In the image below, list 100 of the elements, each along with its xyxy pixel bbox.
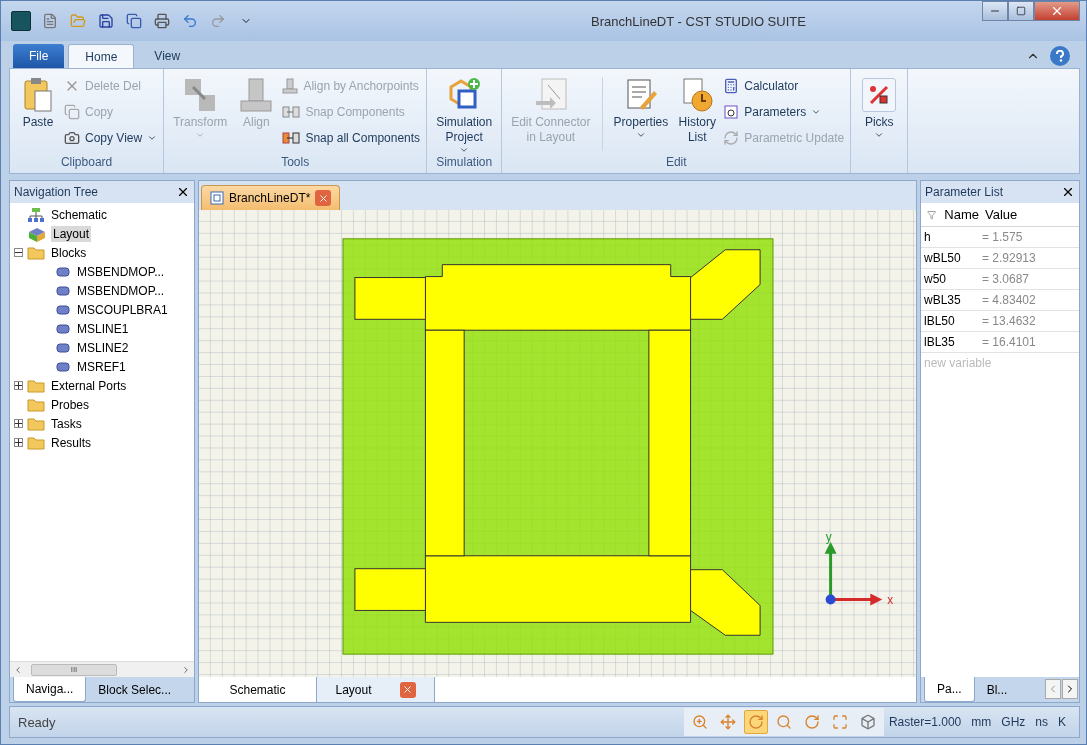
folder-icon (27, 435, 45, 450)
port-line (690, 249, 761, 320)
column-header: Value (984, 207, 1019, 222)
copy-icon[interactable] (125, 12, 143, 30)
tree-item[interactable]: Layout (51, 225, 92, 242)
status-text: Ready (18, 714, 57, 730)
tree-item[interactable]: Blocks (49, 244, 89, 261)
tree-item[interactable]: Probes (49, 396, 92, 413)
minimize-button[interactable] (982, 1, 1008, 21)
rotate-icon[interactable] (743, 710, 768, 734)
unit-label: K (1057, 715, 1067, 729)
block-icon (55, 341, 71, 354)
connector-icon (533, 77, 568, 113)
parameter-value: = 2.92913 (981, 251, 1037, 265)
tree-item[interactable]: Results (49, 434, 93, 451)
column-header: Name (921, 207, 979, 222)
tree-item[interactable]: MSLINE1 (75, 320, 131, 337)
minus-icon (15, 249, 22, 256)
folder-icon (27, 416, 45, 431)
expand-toggle[interactable] (14, 438, 23, 447)
copy-icon (64, 104, 80, 120)
unit-label: mm (970, 715, 993, 729)
scroll-right-button[interactable] (1062, 679, 1078, 699)
schematic-icon (27, 206, 45, 223)
folder-icon (27, 397, 45, 412)
maximize-button[interactable] (1008, 1, 1034, 21)
document-tab[interactable]: BranchLineDT* (201, 185, 341, 210)
tree-item[interactable]: MSBENDMOP... (75, 282, 167, 299)
printer-icon[interactable] (153, 12, 171, 30)
scroll-left-button[interactable] (1045, 679, 1061, 699)
ribbon-button[interactable]: Snap all Components (282, 127, 421, 149)
ribbon-button[interactable]: Picks (857, 71, 902, 140)
folder-icon (27, 378, 45, 393)
group-label: Clipboard (59, 155, 114, 171)
new-file-icon[interactable] (41, 12, 59, 30)
refresh-icon (723, 130, 740, 146)
help-icon[interactable] (1050, 46, 1070, 66)
layout-icon (27, 225, 47, 242)
tree-item[interactable]: Schematic (49, 206, 110, 223)
expand-toggle[interactable] (14, 419, 23, 428)
ribbon-button[interactable]: Paste (16, 71, 60, 130)
history-icon (680, 77, 715, 113)
close-icon[interactable] (1061, 185, 1075, 199)
parameter-name: wBL50 (923, 251, 962, 265)
collapse-toggle[interactable] (14, 248, 23, 257)
ribbon-button[interactable]: Parameters (723, 101, 845, 123)
axis-label: x (887, 593, 894, 608)
ribbon-tab[interactable]: File (13, 44, 65, 68)
tree-item[interactable]: MSCOUPLBRA1 (75, 301, 170, 318)
anchor-align-icon (282, 78, 299, 94)
align-icon (239, 77, 274, 113)
raster-setting: Raster=1.000 (887, 715, 963, 729)
block-icon (55, 322, 71, 335)
snap-icon (282, 105, 301, 119)
sheet-tab[interactable]: Layout (317, 677, 435, 702)
parameter-name: w50 (923, 272, 947, 286)
parameter-name: lBL35 (923, 335, 956, 349)
ribbon-button[interactable]: Properties (610, 71, 672, 140)
block-icon (55, 284, 71, 297)
transform-icon (183, 77, 218, 113)
maximize-icon (1016, 6, 1026, 16)
tree-item[interactable]: MSBENDMOP... (75, 263, 167, 280)
unit-label: ns (1034, 715, 1049, 729)
plus-icon (15, 382, 22, 389)
ribbon-tab[interactable]: Home (68, 44, 135, 68)
scrollbar-thumb[interactable]: III (31, 663, 117, 676)
port-line (690, 569, 761, 636)
tree-item[interactable]: External Ports (49, 377, 129, 394)
parameter-name: wBL35 (923, 293, 962, 307)
ribbon-button[interactable]: Copy View (64, 127, 158, 149)
scroll-right-icon[interactable] (181, 664, 191, 675)
parameter-value: = 4.83402 (981, 293, 1037, 307)
scroll-left-icon[interactable] (13, 664, 23, 675)
close-button[interactable] (1034, 1, 1080, 21)
ribbon-button[interactable]: Simulation Project (433, 71, 496, 155)
ribbon-tab[interactable]: View (138, 44, 197, 68)
pane-tab[interactable]: Block Selec... (86, 677, 184, 702)
open-folder-icon[interactable] (69, 12, 87, 30)
clipboard-icon (21, 77, 55, 113)
pane-tab[interactable]: Pa... (924, 677, 975, 702)
parameter-value: = 13.4632 (981, 314, 1037, 328)
pane-title: Parameter List (925, 185, 1004, 199)
ribbon-button[interactable]: History List (675, 71, 720, 145)
expand-toggle[interactable] (14, 381, 23, 390)
undo-icon[interactable] (181, 12, 199, 30)
parameter-value: = 3.0687 (981, 272, 1031, 286)
redo-icon[interactable] (209, 12, 227, 30)
tree-item[interactable]: MSREF1 (75, 358, 128, 375)
tree-item[interactable]: MSLINE2 (75, 339, 131, 356)
parameter-value: = 16.4101 (981, 335, 1037, 349)
save-icon[interactable] (97, 12, 115, 30)
group-label: Simulation (435, 155, 494, 171)
pane-title: Navigation Tree (14, 185, 99, 199)
close-icon[interactable] (176, 185, 190, 199)
pane-tab[interactable]: Bl... (974, 677, 1020, 702)
pane-tab[interactable]: Naviga... (13, 677, 87, 702)
picks-icon (862, 78, 897, 112)
axis-label: y (825, 529, 832, 544)
ribbon-button[interactable]: Calculator (723, 75, 845, 97)
tree-item[interactable]: Tasks (49, 415, 84, 432)
